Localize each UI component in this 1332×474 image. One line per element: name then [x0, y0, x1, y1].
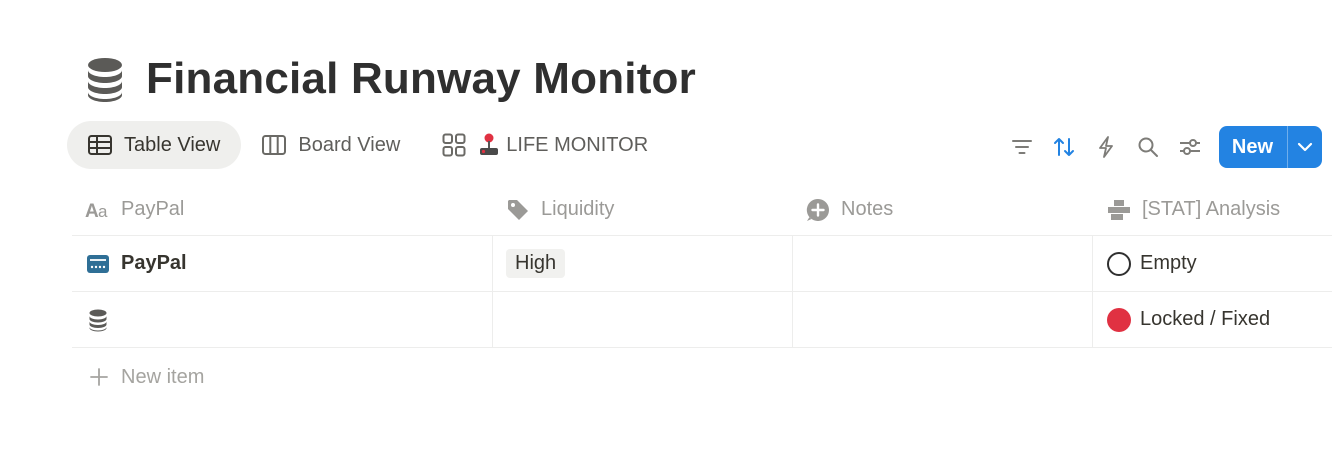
status-circle-empty-icon [1107, 251, 1131, 276]
table-row[interactable]: Locked / Fixed [72, 292, 1332, 348]
tab-label: Table View [124, 133, 221, 156]
joystick-icon [478, 133, 500, 157]
column-label: [STAT] Analysis [1142, 198, 1281, 220]
comment-plus-icon [805, 197, 831, 223]
svg-text:a: a [98, 202, 108, 219]
tag-icon [505, 197, 531, 223]
sort-icon[interactable] [1043, 126, 1085, 168]
stat-cell[interactable]: Locked / Fixed [1092, 292, 1332, 347]
table-row[interactable]: PayPal High Empty [72, 236, 1332, 292]
new-button-group: New [1218, 126, 1322, 168]
column-header-notes[interactable]: Notes [792, 184, 1092, 235]
search-icon[interactable] [1127, 126, 1169, 168]
notes-cell[interactable] [792, 292, 1092, 347]
column-label: PayPal [121, 198, 185, 220]
page-title[interactable]: Financial Runway Monitor [146, 50, 696, 108]
column-header-liquidity[interactable]: Liquidity [492, 184, 792, 235]
filter-icon[interactable] [1001, 126, 1043, 168]
database-icon [85, 307, 111, 333]
new-item-label: New item [121, 365, 205, 388]
tab-table-view[interactable]: Table View [67, 121, 242, 169]
new-item-button[interactable]: New item [88, 362, 204, 392]
database-toolbar: New [1001, 126, 1322, 168]
row-name: PayPal [121, 252, 187, 274]
card-icon [85, 251, 111, 277]
column-header-name[interactable]: Aa PayPal [72, 184, 492, 235]
table-header: Aa PayPal Liquidity Notes [STAT] Analysi… [72, 184, 1332, 236]
new-button[interactable]: New [1219, 126, 1288, 168]
stat-value: Empty [1140, 252, 1197, 274]
name-cell[interactable] [72, 292, 492, 347]
table-icon [88, 133, 112, 157]
status-circle-red-icon [1107, 307, 1131, 332]
liquidity-cell[interactable] [492, 292, 792, 347]
settings-icon[interactable] [1169, 126, 1211, 168]
text-icon: Aa [85, 197, 111, 223]
page-header: Financial Runway Monitor [84, 50, 696, 108]
notes-cell[interactable] [792, 236, 1092, 291]
gallery-icon [442, 133, 466, 157]
tab-life-monitor[interactable]: LIFE MONITOR [421, 121, 669, 169]
column-label: Liquidity [541, 198, 615, 220]
svg-text:A: A [85, 201, 99, 219]
view-tabs: Table View Board View LIFE MONITOR [67, 121, 669, 169]
board-icon [262, 133, 287, 157]
database-icon[interactable] [84, 55, 126, 103]
tab-label: LIFE MONITOR [506, 133, 649, 156]
chevron-down-icon[interactable] [1288, 126, 1322, 168]
tab-label: Board View [298, 133, 401, 156]
automation-icon[interactable] [1085, 126, 1127, 168]
column-label: Notes [841, 198, 894, 220]
stat-value: Locked / Fixed [1140, 308, 1271, 330]
liquidity-tag: High [506, 249, 566, 278]
database-table: Aa PayPal Liquidity Notes [STAT] Analysi… [72, 184, 1332, 348]
plus-icon [88, 366, 110, 388]
tab-board-view[interactable]: Board View [241, 121, 421, 169]
stat-cell[interactable]: Empty [1092, 236, 1332, 291]
formula-icon [1106, 197, 1132, 223]
liquidity-cell[interactable]: High [492, 236, 792, 291]
name-cell[interactable]: PayPal [72, 236, 492, 291]
column-header-stat-analysis[interactable]: [STAT] Analysis [1092, 184, 1332, 235]
